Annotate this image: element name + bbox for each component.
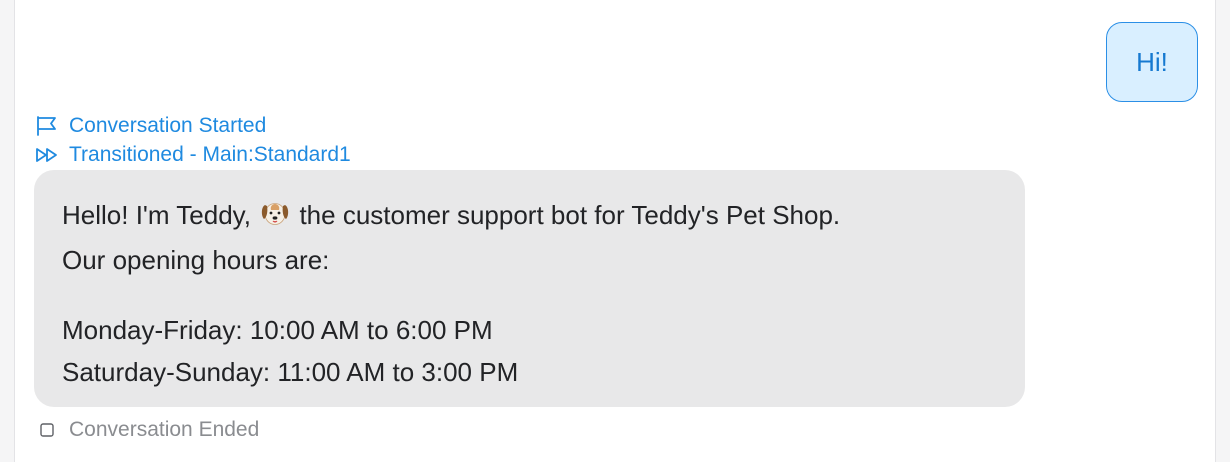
dog-face-icon xyxy=(260,197,290,239)
bot-text-segment: Hello! I'm Teddy, xyxy=(62,200,251,230)
fast-forward-icon xyxy=(35,145,59,165)
event-conversation-ended: Conversation Ended xyxy=(35,418,259,442)
event-transitioned: Transitioned - Main:Standard1 xyxy=(35,143,351,167)
bot-message-line: Saturday-Sunday: 11:00 AM to 3:00 PM xyxy=(62,357,519,387)
bot-message-line: Monday-Friday: 10:00 AM to 6:00 PM xyxy=(62,315,493,345)
event-label: Conversation Started xyxy=(69,114,267,137)
event-conversation-started: Conversation Started xyxy=(35,114,266,138)
chat-transcript-panel: Hi! Conversation Started Transitioned - … xyxy=(14,0,1216,462)
bot-text-segment: the customer support bot for Teddy's Pet… xyxy=(299,200,841,230)
stop-square-icon xyxy=(35,420,59,440)
event-label: Transitioned - Main:Standard1 xyxy=(69,143,351,166)
user-message-text: Hi! xyxy=(1136,46,1168,77)
bot-message-bubble: Hello! I'm Teddy, the customer support b… xyxy=(34,170,1025,407)
bot-message-line: Our opening hours are: xyxy=(62,245,330,275)
user-message-bubble: Hi! xyxy=(1106,22,1198,102)
event-label: Conversation Ended xyxy=(69,418,260,441)
flag-icon xyxy=(35,116,59,136)
bot-message-line: Hello! I'm Teddy, the customer support b… xyxy=(62,194,997,239)
